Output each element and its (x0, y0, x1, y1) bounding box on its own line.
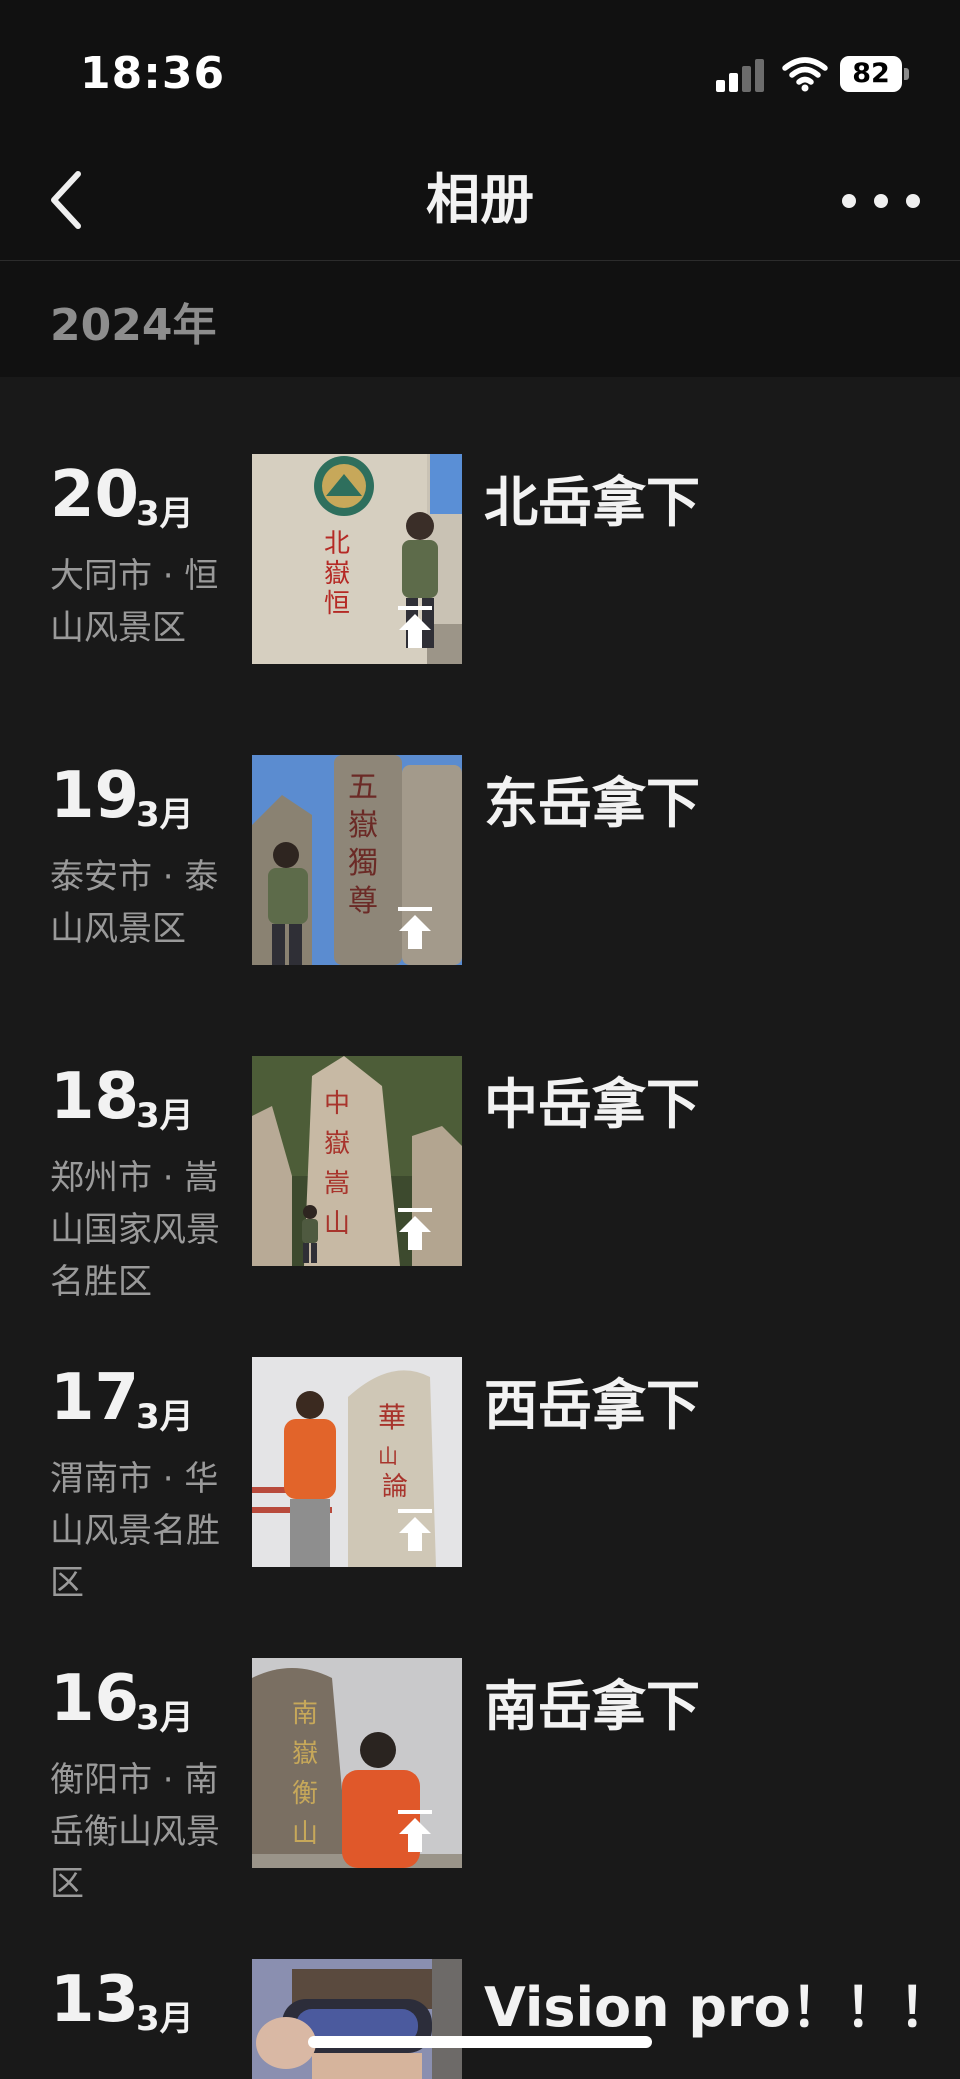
svg-text:山: 山 (292, 1819, 318, 1849)
entry-location: 渭南市 · 华山风景名胜区 (50, 1459, 220, 1603)
svg-text:南: 南 (292, 1699, 318, 1729)
entry-month: 3月 (136, 1999, 194, 2039)
svg-text:北: 北 (324, 529, 350, 559)
svg-text:五: 五 (348, 770, 378, 805)
entry-caption: 中岳拿下 (484, 1073, 700, 1136)
svg-text:尊: 尊 (348, 884, 378, 919)
album-entry[interactable]: 18 3月 郑州市 · 嵩山国家风景名胜区 中 嶽 嵩 山 中岳拿下 (0, 1056, 960, 1316)
entry-photo-thumbnail[interactable]: 華 山 論 (252, 1357, 462, 1567)
svg-text:中: 中 (324, 1089, 350, 1119)
entry-month: 3月 (136, 795, 194, 835)
svg-text:衡: 衡 (292, 1779, 318, 1809)
entry-month: 3月 (136, 1096, 194, 1136)
album-entry[interactable]: 17 3月 渭南市 · 华山风景名胜区 華 山 論 西岳拿下 (0, 1357, 960, 1617)
entry-photo-thumbnail[interactable]: 五 嶽 獨 尊 (252, 755, 462, 965)
more-button[interactable] (834, 176, 944, 226)
svg-text:嵩: 嵩 (324, 1169, 350, 1199)
svg-text:恒: 恒 (324, 589, 350, 619)
upload-icon (398, 907, 432, 949)
upload-icon (398, 1208, 432, 1250)
entry-location: 衡阳市 · 南岳衡山风景区 (50, 1760, 220, 1904)
entry-caption: 东岳拿下 (484, 772, 700, 835)
svg-text:山: 山 (324, 1209, 350, 1239)
entry-photo-thumbnail[interactable]: 南 嶽 衡 山 (252, 1658, 462, 1868)
svg-text:嶽: 嶽 (324, 559, 350, 589)
album-entry[interactable]: 19 3月 泰安市 · 泰山风景区 五 嶽 獨 尊 东岳拿下 (0, 755, 960, 1015)
entry-photo-thumbnail[interactable] (252, 1959, 462, 2079)
svg-text:嶽: 嶽 (348, 808, 378, 843)
entry-day: 17 (50, 1361, 140, 1435)
entry-caption: 南岳拿下 (484, 1675, 700, 1738)
entry-day: 16 (50, 1662, 140, 1736)
entry-caption: 西岳拿下 (484, 1374, 700, 1437)
upload-icon (398, 1810, 432, 1852)
album-entry[interactable]: 13 3月 Vision pro！！！ (0, 1959, 960, 2079)
entry-location: 泰安市 · 泰山风景区 (50, 857, 219, 949)
entry-location: 郑州市 · 嵩山国家风景名胜区 (50, 1158, 220, 1302)
svg-text:華: 華 (378, 1401, 406, 1434)
entry-month: 3月 (136, 1698, 194, 1738)
cellular-signal-icon (716, 58, 766, 92)
entry-caption: 北岳拿下 (484, 471, 700, 534)
entry-month: 3月 (136, 1397, 194, 1437)
back-button[interactable] (40, 162, 100, 238)
wifi-icon (782, 57, 828, 92)
entry-day: 13 (50, 1963, 140, 2037)
upload-icon (398, 606, 432, 648)
svg-text:論: 論 (382, 1472, 408, 1502)
album-entry[interactable]: 16 3月 衡阳市 · 南岳衡山风景区 南 嶽 衡 山 南岳拿下 (0, 1658, 960, 1918)
year-label: 2024年 (50, 300, 217, 351)
svg-text:嶽: 嶽 (324, 1129, 350, 1159)
navigation-bar: 相册 (0, 140, 960, 261)
album-entry[interactable]: 20 3月 大同市 · 恒山风景区 北 嶽 恒 北岳拿下 (0, 454, 960, 714)
battery-level: 82 (852, 58, 890, 89)
svg-text:嶽: 嶽 (292, 1739, 318, 1769)
upload-icon (398, 1509, 432, 1551)
entry-location: 大同市 · 恒山风景区 (50, 556, 219, 648)
svg-text:山: 山 (378, 1444, 398, 1468)
entry-month: 3月 (136, 494, 194, 534)
entry-photo-thumbnail[interactable]: 中 嶽 嵩 山 (252, 1056, 462, 1266)
status-bar: 18:36 82 (0, 0, 960, 140)
svg-text:獨: 獨 (348, 846, 378, 881)
entry-day: 18 (50, 1060, 140, 1134)
entry-caption: Vision pro！！！ (484, 1976, 953, 2039)
year-section-header: 2024年 (0, 261, 960, 377)
entry-day: 19 (50, 759, 140, 833)
status-time: 18:36 (80, 48, 226, 99)
page-title: 相册 (426, 168, 534, 231)
entry-day: 20 (50, 458, 140, 532)
battery-icon: 82 (840, 56, 909, 92)
home-indicator[interactable] (308, 2036, 652, 2048)
entry-photo-thumbnail[interactable]: 北 嶽 恒 (252, 454, 462, 664)
